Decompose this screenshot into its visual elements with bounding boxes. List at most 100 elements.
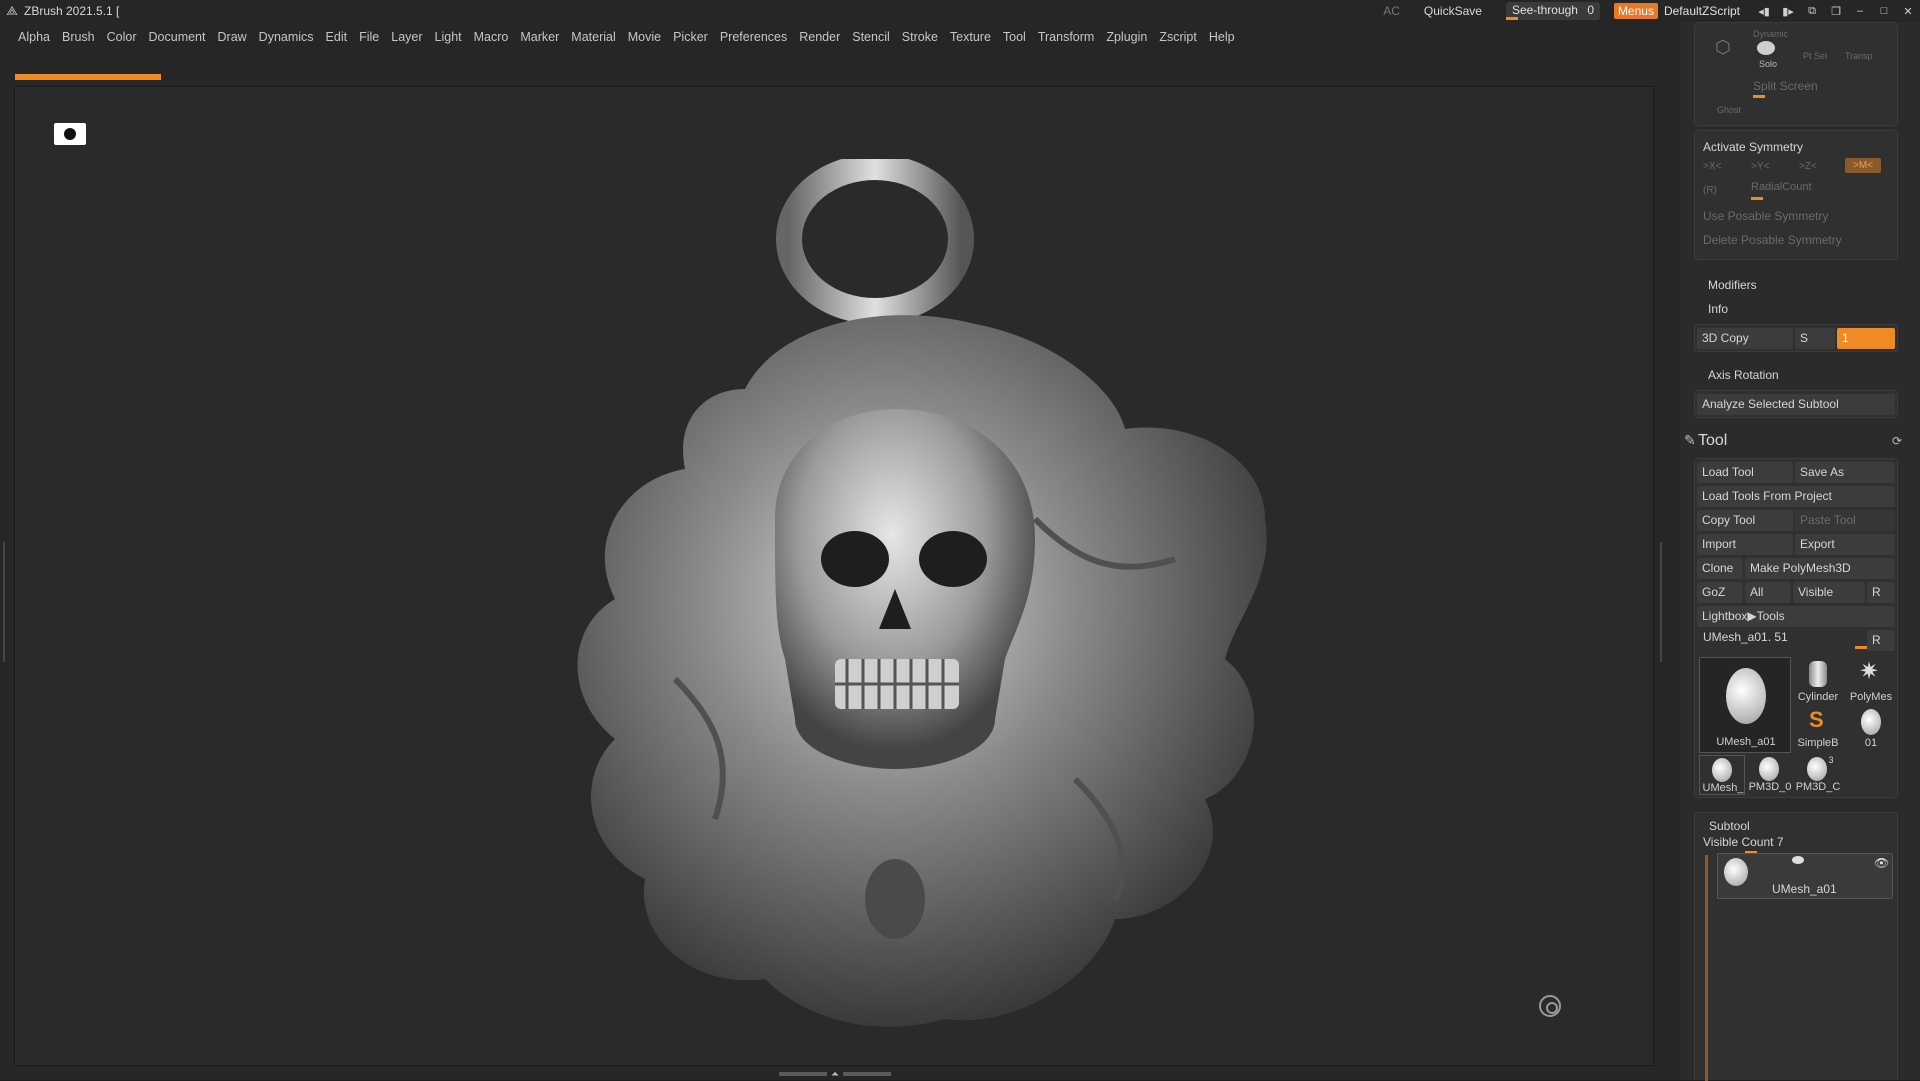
menu-help[interactable]: Help: [1209, 30, 1235, 44]
menu-movie[interactable]: Movie: [628, 30, 661, 44]
goz-r-button[interactable]: R: [1867, 582, 1895, 603]
modifiers-header[interactable]: Modifiers: [1708, 278, 1757, 292]
ac-label[interactable]: AC: [1383, 4, 1400, 18]
load-tool-button[interactable]: Load Tool: [1697, 462, 1793, 483]
menu-tool[interactable]: Tool: [1003, 30, 1026, 44]
menu-preferences[interactable]: Preferences: [720, 30, 787, 44]
delete-posable-symmetry[interactable]: Delete Posable Symmetry: [1703, 233, 1842, 247]
menu-document[interactable]: Document: [149, 30, 206, 44]
current-tool-slider[interactable]: UMesh_a01. 51: [1703, 630, 1788, 644]
tool-thumb-cylinder[interactable]: Cylinder: [1793, 657, 1843, 705]
tool-header[interactable]: Tool: [1698, 432, 1727, 450]
menu-color[interactable]: Color: [107, 30, 137, 44]
refresh-icon[interactable]: ⟳: [1892, 434, 1902, 448]
right-tray-handle[interactable]: [1660, 542, 1666, 662]
menus-button[interactable]: Menus: [1613, 3, 1658, 19]
tool-thumb-simpleb[interactable]: S SimpleB: [1793, 705, 1843, 753]
lightbox-tools-button[interactable]: Lightbox▶Tools: [1697, 606, 1895, 627]
sym-m-button[interactable]: >M<: [1845, 158, 1882, 173]
tool-thumb-polymesh[interactable]: ✷ PolyMes: [1845, 657, 1897, 705]
current-tool-r-button[interactable]: R: [1867, 630, 1895, 651]
radial-count-slider[interactable]: [1751, 197, 1763, 200]
tool-thumb-pm3d-0[interactable]: PM3D_0: [1747, 755, 1793, 795]
ptsel-label[interactable]: Pt Sel: [1803, 51, 1827, 61]
subtool-header[interactable]: Subtool: [1709, 819, 1750, 833]
solo-icon[interactable]: [1757, 41, 1775, 55]
quicksave-button[interactable]: QuickSave: [1424, 4, 1482, 18]
use-posable-symmetry[interactable]: Use Posable Symmetry: [1703, 209, 1828, 223]
goz-visible-button[interactable]: Visible: [1793, 582, 1865, 603]
polypaint-icon[interactable]: [1792, 856, 1804, 864]
visible-count-slider[interactable]: Visible Count 7: [1703, 835, 1784, 849]
radial-count-label[interactable]: RadialCount: [1751, 181, 1812, 193]
script-name[interactable]: DefaultZScript: [1664, 4, 1740, 18]
layout-split-icon[interactable]: ⧉: [1800, 5, 1824, 18]
layout-left-icon[interactable]: ◂▮: [1752, 5, 1776, 18]
minimize-icon[interactable]: –: [1848, 5, 1872, 17]
activate-symmetry-label[interactable]: Activate Symmetry: [1703, 140, 1803, 154]
make-polymesh-button[interactable]: Make PolyMesh3D: [1745, 558, 1895, 579]
goz-all-button[interactable]: All: [1745, 582, 1791, 603]
menu-transform[interactable]: Transform: [1038, 30, 1095, 44]
menu-stroke[interactable]: Stroke: [902, 30, 938, 44]
menu-edit[interactable]: Edit: [326, 30, 348, 44]
goz-button[interactable]: GoZ: [1697, 582, 1743, 603]
star-icon: ✷: [1859, 658, 1880, 685]
close-icon[interactable]: ✕: [1896, 5, 1920, 18]
copy-tool-button[interactable]: Copy Tool: [1697, 510, 1793, 531]
menu-brush[interactable]: Brush: [62, 30, 95, 44]
import-button[interactable]: Import: [1697, 534, 1793, 555]
load-tools-project-button[interactable]: Load Tools From Project: [1697, 486, 1895, 507]
maximize-icon[interactable]: □: [1872, 5, 1896, 17]
menu-stencil[interactable]: Stencil: [852, 30, 890, 44]
paste-tool-button[interactable]: Paste Tool: [1795, 510, 1895, 531]
layout-float-icon[interactable]: ❐: [1824, 5, 1848, 18]
menu-render[interactable]: Render: [799, 30, 840, 44]
menu-layer[interactable]: Layer: [391, 30, 422, 44]
left-tray-handle[interactable]: [3, 542, 9, 662]
sym-r-button[interactable]: (R): [1703, 185, 1717, 196]
transp-label[interactable]: Transp: [1845, 51, 1873, 61]
save-as-button[interactable]: Save As: [1795, 462, 1895, 483]
target-icon[interactable]: [1539, 995, 1561, 1017]
camera-icon[interactable]: [54, 123, 86, 145]
analyze-subtool-button[interactable]: Analyze Selected Subtool: [1697, 394, 1895, 415]
eye-icon[interactable]: 👁: [1874, 856, 1889, 870]
menu-alpha[interactable]: Alpha: [18, 30, 50, 44]
menu-picker[interactable]: Picker: [673, 30, 708, 44]
axis-rotation-header[interactable]: Axis Rotation: [1708, 368, 1779, 382]
menu-dynamics[interactable]: Dynamics: [259, 30, 314, 44]
subtool-scrollbar[interactable]: [1705, 855, 1708, 1081]
bottom-tray-handle[interactable]: ⏶: [768, 1069, 902, 1080]
ghost-label[interactable]: Ghost: [1717, 105, 1741, 115]
menu-material[interactable]: Material: [571, 30, 615, 44]
export-button[interactable]: Export: [1795, 534, 1895, 555]
sym-x-button[interactable]: >X<: [1703, 161, 1721, 172]
menu-macro[interactable]: Macro: [474, 30, 509, 44]
copy3d-value[interactable]: 1: [1837, 328, 1895, 349]
tool-thumb-pm3d-c[interactable]: 3 PM3D_C: [1795, 755, 1841, 795]
subtool-item[interactable]: 👁 UMesh_a01: [1717, 853, 1893, 899]
menu-light[interactable]: Light: [435, 30, 462, 44]
sym-y-button[interactable]: >Y<: [1751, 161, 1769, 172]
cube-icon[interactable]: ⬡: [1715, 37, 1731, 58]
copy3d-s-button[interactable]: S: [1795, 328, 1835, 349]
menu-file[interactable]: File: [359, 30, 379, 44]
info-header[interactable]: Info: [1708, 302, 1728, 316]
menu-texture[interactable]: Texture: [950, 30, 991, 44]
document-canvas[interactable]: [14, 86, 1654, 1066]
menu-draw[interactable]: Draw: [218, 30, 247, 44]
menu-zplugin[interactable]: Zplugin: [1106, 30, 1147, 44]
copy3d-button[interactable]: 3D Copy: [1697, 328, 1793, 349]
clone-button[interactable]: Clone: [1697, 558, 1743, 579]
sym-z-button[interactable]: >Z<: [1799, 161, 1817, 172]
tool-thumb-01[interactable]: 01: [1845, 705, 1897, 753]
tool-thumb-main[interactable]: UMesh_a01: [1699, 657, 1791, 753]
split-screen-label[interactable]: Split Screen: [1753, 79, 1818, 93]
tool-thumb-umesh[interactable]: UMesh_: [1699, 755, 1745, 795]
layout-right-icon[interactable]: ▮▸: [1776, 5, 1800, 18]
split-screen-slider[interactable]: [1753, 95, 1765, 98]
see-through-slider[interactable]: See-through 0: [1505, 2, 1600, 20]
menu-marker[interactable]: Marker: [520, 30, 559, 44]
menu-zscript[interactable]: Zscript: [1159, 30, 1197, 44]
